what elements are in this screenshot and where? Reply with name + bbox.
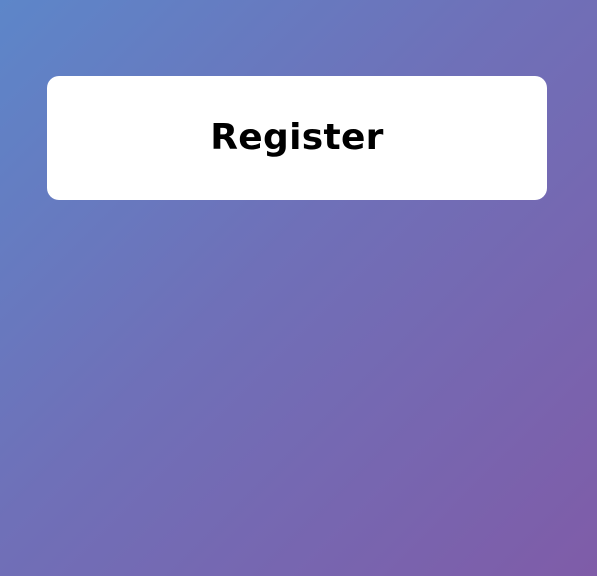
register-card: Register <box>47 76 547 200</box>
page: { "register_card": { "title": "Register"… <box>0 0 597 576</box>
register-title: Register <box>210 117 384 158</box>
